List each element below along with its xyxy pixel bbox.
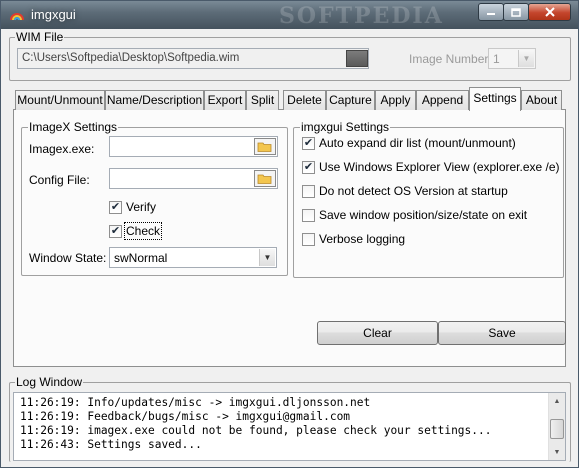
title-watermark: SOFTPEDIA — [279, 3, 444, 29]
tab-apply[interactable]: Apply — [375, 90, 416, 110]
log-window-group-label: Log Window — [15, 375, 84, 389]
wim-browse-button[interactable] — [346, 50, 368, 67]
verbose-logging-label[interactable]: Verbose logging — [319, 232, 405, 246]
log-line: 11:26:19: imagex.exe could not be found,… — [20, 424, 492, 437]
no-os-detect-checkbox[interactable] — [302, 185, 315, 198]
minimize-icon — [487, 13, 495, 15]
auto-expand-label[interactable]: Auto expand dir list (mount/unmount) — [319, 136, 516, 150]
check-checkbox[interactable]: ✔ — [109, 225, 122, 238]
tab-mount-unmount[interactable]: Mount/Unmount — [15, 90, 105, 110]
wim-file-group-label: WIM File — [15, 30, 65, 44]
log-line: 11:26:19: Info/updates/misc -> imgxgui.d… — [20, 396, 371, 409]
log-text-area[interactable]: 11:26:19: Info/updates/misc -> imgxgui.d… — [13, 392, 566, 461]
scroll-up-icon[interactable]: ▲ — [549, 393, 565, 409]
tab-capture[interactable]: Capture — [326, 90, 375, 110]
folder-icon[interactable] — [254, 170, 276, 187]
scrollbar-thumb[interactable] — [550, 419, 564, 439]
config-file-label: Config File: — [29, 173, 90, 187]
minimize-button[interactable] — [478, 3, 504, 21]
client-area: WIM File C:\Users\Softpedia\Desktop\Soft… — [9, 30, 571, 462]
tab-delete[interactable]: Delete — [283, 90, 326, 110]
check-label[interactable]: Check — [123, 222, 163, 240]
log-line: 11:26:43: Settings saved... — [20, 438, 202, 451]
save-window-state-checkbox[interactable] — [302, 209, 315, 222]
auto-expand-checkbox[interactable]: ✔ — [302, 137, 315, 150]
imgxgui-settings-group-label: imgxgui Settings — [300, 120, 391, 134]
imagex-exe-label: Imagex.exe: — [29, 142, 95, 156]
explorer-view-label[interactable]: Use Windows Explorer View (explorer.exe … — [319, 160, 560, 174]
image-number-label: Image Number: — [409, 52, 492, 66]
clear-button[interactable]: Clear — [317, 321, 438, 345]
tab-split[interactable]: Split — [246, 90, 279, 110]
app-window: SOFTPEDIA imgxgui WIM File C:\Users\Soft… — [0, 0, 579, 468]
folder-icon[interactable] — [254, 138, 276, 155]
window-state-label: Window State: — [29, 251, 107, 265]
verify-checkbox[interactable]: ✔ — [109, 201, 122, 214]
config-file-field[interactable] — [109, 168, 278, 189]
tab-name-description[interactable]: Name/Description — [105, 90, 204, 110]
verbose-logging-checkbox[interactable] — [302, 233, 315, 246]
title-bar[interactable]: SOFTPEDIA imgxgui — [1, 1, 578, 29]
tab-settings[interactable]: Settings — [469, 87, 521, 111]
tab-about[interactable]: About — [521, 90, 562, 110]
scroll-down-icon[interactable]: ▼ — [549, 444, 565, 460]
tab-export[interactable]: Export — [204, 90, 246, 110]
image-number-value: 1 — [493, 52, 500, 66]
close-button[interactable] — [528, 3, 571, 21]
save-button[interactable]: Save — [438, 321, 566, 345]
maximize-icon — [511, 7, 521, 17]
wim-path-field[interactable]: C:\Users\Softpedia\Desktop\Softpedia.wim — [17, 48, 369, 69]
explorer-view-checkbox[interactable]: ✔ — [302, 161, 315, 174]
imagex-exe-field[interactable] — [109, 136, 278, 157]
window-state-value: swNormal — [114, 251, 168, 265]
maximize-button[interactable] — [503, 3, 529, 21]
imagex-settings-group-label: ImageX Settings — [28, 120, 119, 134]
log-line: 11:26:19: Feedback/bugs/misc -> imgxgui@… — [20, 410, 351, 423]
close-icon — [544, 7, 555, 17]
log-scrollbar[interactable]: ▲ ▼ — [548, 393, 565, 460]
chevron-down-icon: ▼ — [259, 249, 275, 266]
window-state-select[interactable]: swNormal ▼ — [109, 247, 277, 268]
verify-label[interactable]: Verify — [126, 200, 156, 214]
window-title: imgxgui — [31, 7, 76, 22]
rainbow-icon — [10, 13, 24, 21]
image-number-select[interactable]: 1 ▼ — [488, 48, 536, 69]
tab-append[interactable]: Append — [416, 90, 469, 110]
save-window-state-label[interactable]: Save window position/size/state on exit — [319, 208, 527, 222]
chevron-down-icon: ▼ — [518, 50, 534, 67]
no-os-detect-label[interactable]: Do not detect OS Version at startup — [319, 184, 508, 198]
